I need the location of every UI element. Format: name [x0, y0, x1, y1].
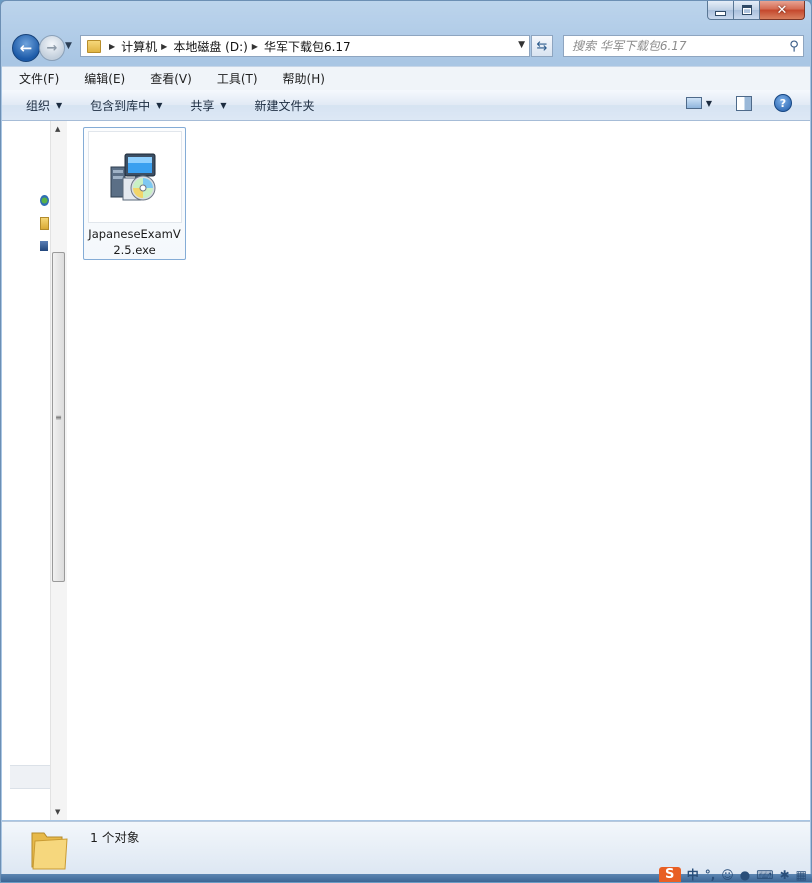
organize-button[interactable]: 组织 ▼ — [2, 97, 76, 114]
new-folder-button[interactable]: 新建文件夹 — [241, 97, 329, 114]
grip-icon: ≡ — [55, 412, 62, 422]
settings-icon[interactable]: ✱ — [780, 868, 790, 882]
file-list[interactable]: JapaneseExamV2.5.exe — [67, 121, 810, 820]
organize-label: 组织 — [26, 98, 51, 113]
change-view-icon[interactable] — [685, 97, 702, 109]
search-box[interactable]: ⚲ — [563, 35, 804, 57]
microphone-icon[interactable]: ● — [740, 868, 750, 882]
refresh-button[interactable]: ⇆ — [531, 35, 553, 57]
scroll-down-icon[interactable]: ▼ — [55, 808, 60, 816]
folder-icon — [31, 832, 68, 870]
chevron-down-icon[interactable]: ▼ — [518, 40, 525, 50]
view-options-dropdown[interactable]: ▼ — [706, 99, 712, 108]
keyboard-icon[interactable]: ⌨ — [756, 868, 773, 882]
command-bar-right: ▼ ? — [685, 94, 792, 112]
scrollbar-thumb[interactable]: ≡ — [52, 252, 65, 582]
navigation-pane: ▲ ≡ ▼ — [2, 121, 67, 820]
breadcrumb-computer[interactable]: 计算机 — [121, 38, 157, 55]
command-bar: 组织 ▼ 包含到库中 ▼ 共享 ▼ 新建文件夹 ▼ ? — [2, 90, 810, 121]
ime-mode-indicator[interactable]: 中 — [687, 866, 699, 883]
arrow-left-icon: ← — [19, 39, 33, 57]
navigation-bar: ← → ▼ ▶ 计算机 ▶ 本地磁盘 (D:) ▶ 华军下载包6.17 ▼ ⇆ … — [1, 31, 811, 63]
chevron-down-icon: ▼ — [156, 100, 163, 110]
chevron-down-icon: ▼ — [220, 100, 227, 110]
file-item[interactable]: JapaneseExamV2.5.exe — [83, 127, 186, 260]
close-icon: ✕ — [776, 2, 788, 18]
address-bar[interactable]: ▶ 计算机 ▶ 本地磁盘 (D:) ▶ 华军下载包6.17 ▼ — [80, 35, 530, 57]
menu-view[interactable]: 查看(V) — [133, 70, 200, 87]
history-dropdown-button[interactable]: ▼ — [65, 41, 72, 51]
maximize-button[interactable] — [734, 1, 760, 20]
file-thumbnail[interactable] — [88, 131, 182, 223]
minimize-button[interactable] — [707, 1, 734, 20]
menu-edit[interactable]: 编辑(E) — [67, 70, 133, 87]
search-icon[interactable]: ⚲ — [785, 39, 803, 54]
arrow-right-icon: → — [46, 40, 58, 56]
installer-icon — [110, 153, 156, 201]
file-name[interactable]: JapaneseExamV2.5.exe — [86, 226, 183, 258]
chevron-down-icon: ▼ — [56, 100, 63, 110]
chevron-right-icon[interactable]: ▶ — [252, 42, 258, 51]
back-button[interactable]: ← — [12, 34, 40, 62]
horizontal-scrollbar[interactable] — [10, 765, 50, 789]
preview-pane-icon[interactable] — [736, 95, 752, 111]
menu-bar: 文件(F) 编辑(E) 查看(V) 工具(T) 帮助(H) — [2, 66, 810, 91]
punctuation-icon[interactable]: °, — [705, 868, 716, 882]
help-icon[interactable]: ? — [774, 94, 792, 112]
caption-buttons: ✕ — [707, 1, 805, 20]
scroll-up-icon[interactable]: ▲ — [55, 125, 60, 133]
chevron-right-icon[interactable]: ▶ — [161, 42, 167, 51]
tray-menu-icon[interactable]: ▦ — [796, 868, 807, 882]
ime-logo-icon[interactable]: S — [658, 867, 681, 882]
include-in-library-label: 包含到库中 — [90, 98, 151, 113]
vertical-scrollbar[interactable]: ▲ ≡ ▼ — [50, 121, 67, 820]
item-count: 1 个对象 — [90, 830, 140, 845]
menu-file[interactable]: 文件(F) — [2, 70, 67, 87]
new-folder-label: 新建文件夹 — [254, 98, 315, 113]
search-input[interactable] — [564, 38, 785, 54]
breadcrumb-current-folder[interactable]: 华军下载包6.17 — [264, 38, 351, 55]
share-button[interactable]: 共享 ▼ — [176, 97, 240, 114]
network-icon[interactable] — [40, 195, 49, 206]
chevron-right-icon[interactable]: ▶ — [109, 42, 115, 51]
minimize-icon — [715, 10, 726, 16]
computer-icon[interactable] — [40, 241, 48, 251]
menu-tools[interactable]: 工具(T) — [200, 70, 266, 87]
share-label: 共享 — [190, 98, 215, 113]
explorer-window: ✕ ← → ▼ ▶ 计算机 ▶ 本地磁盘 (D:) ▶ 华军下载包6.17 ▼ … — [0, 0, 812, 883]
folder-icon — [87, 39, 101, 53]
refresh-icon: ⇆ — [536, 38, 548, 54]
breadcrumb-local-disk[interactable]: 本地磁盘 (D:) — [173, 38, 247, 55]
emoji-icon[interactable]: ☺ — [721, 868, 734, 882]
maximize-icon — [741, 5, 752, 15]
menu-help[interactable]: 帮助(H) — [266, 70, 333, 87]
forward-button[interactable]: → — [39, 35, 65, 61]
folder-icon[interactable] — [40, 217, 49, 230]
system-tray: S 中 °, ☺ ● ⌨ ✱ ▦ — [658, 866, 811, 883]
close-button[interactable]: ✕ — [760, 1, 805, 20]
include-in-library-button[interactable]: 包含到库中 ▼ — [76, 97, 176, 114]
